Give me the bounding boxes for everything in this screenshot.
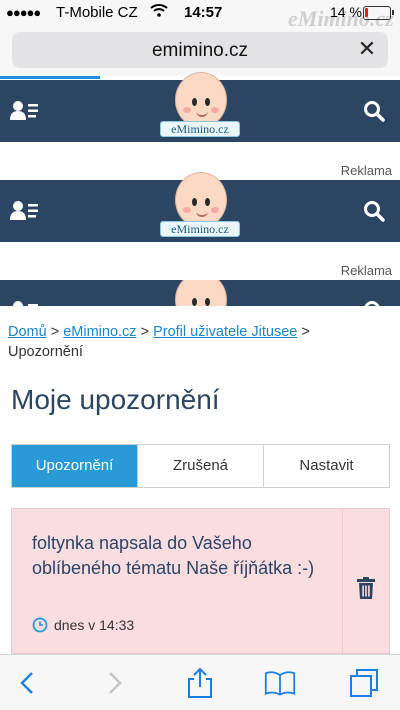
address-bar[interactable]: emimino.cz ✕ — [12, 32, 388, 68]
notification-item[interactable]: foltynka napsala do Vašeho oblíbeného té… — [11, 508, 390, 655]
page-load-progress — [0, 76, 100, 79]
site-header: eMimino.cz — [0, 72, 400, 142]
page-title: Moje upozornění — [11, 384, 220, 415]
carrier-name: T-Mobile CZ — [56, 4, 138, 21]
main-content: Domů > eMimino.cz > Profil uživatele Jit… — [0, 306, 400, 655]
user-menu-icon[interactable] — [10, 100, 40, 122]
browser-toolbar — [0, 654, 400, 710]
tab-zrusena[interactable]: Zrušená — [137, 445, 263, 487]
breadcrumb-current: Upozornění — [8, 344, 83, 360]
wifi-icon — [150, 3, 168, 21]
notification-text[interactable]: foltynka napsala do Vašeho oblíbeného té… — [32, 531, 332, 581]
site-logo[interactable]: eMimino.cz — [158, 72, 242, 144]
ad-label: Reklama — [340, 163, 392, 178]
forward-icon[interactable] — [98, 667, 130, 699]
status-bar: ●●●●● T-Mobile CZ 14:57 eMimino.cz 14 % — [0, 0, 400, 31]
tabs-icon[interactable] — [348, 667, 380, 699]
tab-upozorneni[interactable]: Upozornění — [12, 445, 137, 487]
notification-time: dnes v 14:33 — [54, 617, 135, 633]
tab-bar: Upozornění Zrušená Nastavit — [11, 444, 390, 488]
share-icon[interactable] — [184, 667, 216, 699]
user-menu-icon[interactable] — [10, 200, 40, 222]
trash-icon[interactable] — [356, 577, 376, 599]
browser-address-area: emimino.cz ✕ — [0, 26, 400, 76]
breadcrumb-link-home[interactable]: Domů — [8, 324, 47, 340]
back-icon[interactable] — [12, 667, 44, 699]
site-logo[interactable] — [158, 280, 242, 306]
close-icon[interactable]: ✕ — [354, 36, 380, 62]
divider — [342, 509, 343, 655]
bookmarks-icon[interactable] — [264, 667, 296, 699]
breadcrumb-link-emimino[interactable]: eMimino.cz — [63, 324, 136, 340]
clock-icon — [32, 617, 48, 633]
battery-icon — [363, 6, 394, 20]
site-header: eMimino.cz — [0, 172, 400, 242]
tab-nastavit[interactable]: Nastavit — [263, 445, 389, 487]
signal-strength-icon: ●●●●● — [6, 5, 41, 20]
battery-percent: 14 % — [330, 4, 362, 20]
notification-meta: dnes v 14:33 — [32, 617, 134, 633]
site-header — [0, 280, 400, 306]
site-logo[interactable]: eMimino.cz — [158, 172, 242, 244]
search-icon[interactable] — [362, 299, 386, 306]
clock-time: 14:57 — [184, 4, 223, 21]
search-icon[interactable] — [362, 99, 386, 123]
breadcrumb-link-profile[interactable]: Profil uživatele Jitusee — [153, 324, 297, 340]
breadcrumb: Domů > eMimino.cz > Profil uživatele Jit… — [8, 324, 310, 360]
ad-slot: Reklama — [0, 242, 400, 280]
url-text[interactable]: emimino.cz — [12, 40, 388, 62]
ad-label: Reklama — [340, 263, 392, 278]
search-icon[interactable] — [362, 199, 386, 223]
